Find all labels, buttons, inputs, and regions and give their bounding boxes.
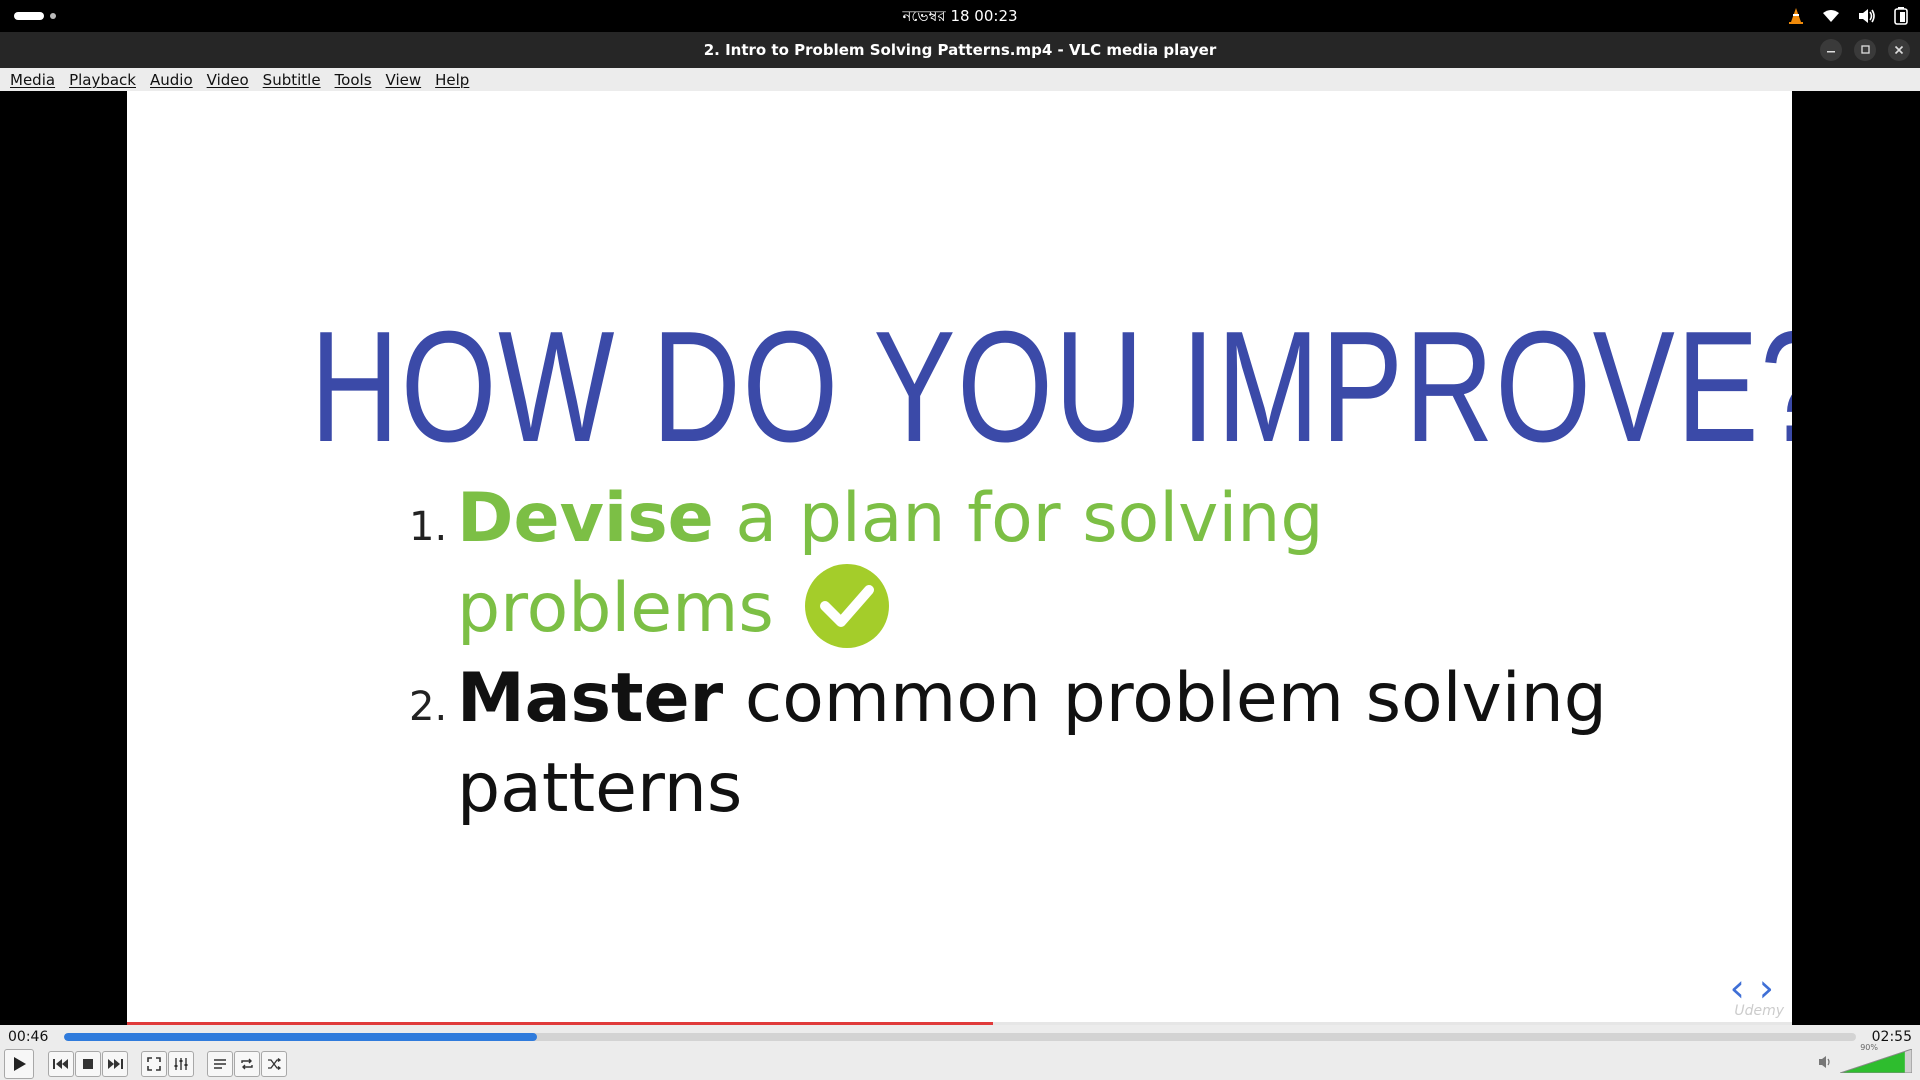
slide-frame: HOW DO YOU IMPROVE? 1. Devise a plan for… bbox=[127, 91, 1792, 1025]
item-keyword: Master bbox=[457, 659, 724, 739]
menu-media[interactable]: Media bbox=[10, 71, 55, 89]
volume-icon[interactable] bbox=[1818, 1054, 1834, 1073]
window-controls bbox=[1820, 39, 1910, 61]
video-output[interactable]: HOW DO YOU IMPROVE? 1. Devise a plan for… bbox=[0, 91, 1920, 1025]
check-mark-icon bbox=[805, 564, 890, 649]
menu-playback[interactable]: Playback bbox=[69, 71, 136, 89]
menu-audio[interactable]: Audio bbox=[150, 71, 193, 89]
system-clock[interactable]: নভেম্বর 18 00:23 bbox=[0, 0, 1920, 32]
volume-slider[interactable] bbox=[1840, 1049, 1912, 1073]
shuffle-icon bbox=[268, 1058, 281, 1070]
shuffle-button[interactable] bbox=[261, 1051, 287, 1077]
player-controls: 00:46 02:55 90% bbox=[0, 1025, 1920, 1080]
control-buttons bbox=[4, 1049, 288, 1079]
volume-control[interactable]: 90% bbox=[1818, 1043, 1912, 1073]
loop-button[interactable] bbox=[234, 1051, 260, 1077]
speaker-icon[interactable] bbox=[1858, 8, 1876, 24]
extended-settings-button[interactable] bbox=[168, 1051, 194, 1077]
skip-back-icon bbox=[53, 1059, 68, 1069]
playlist-button[interactable] bbox=[207, 1051, 233, 1077]
fullscreen-icon bbox=[147, 1057, 161, 1071]
window-title-bar[interactable]: 2. Intro to Problem Solving Patterns.mp4… bbox=[0, 32, 1920, 68]
menu-view[interactable]: View bbox=[386, 71, 422, 89]
stop-icon bbox=[83, 1059, 93, 1069]
chevron-right-icon: › bbox=[1758, 966, 1774, 1010]
volume-percent: 90% bbox=[1860, 1043, 1878, 1052]
play-icon bbox=[14, 1057, 26, 1071]
seek-fill bbox=[64, 1033, 538, 1041]
menu-subtitle[interactable]: Subtitle bbox=[263, 71, 321, 89]
system-top-bar: নভেম্বর 18 00:23 bbox=[0, 0, 1920, 32]
next-button[interactable] bbox=[102, 1051, 128, 1077]
system-tray[interactable] bbox=[1788, 0, 1908, 32]
vlc-cone-icon[interactable] bbox=[1788, 7, 1804, 25]
menu-tools[interactable]: Tools bbox=[335, 71, 372, 89]
slide-nav: ‹ › bbox=[1730, 969, 1774, 1007]
fullscreen-button[interactable] bbox=[141, 1051, 167, 1077]
loop-icon bbox=[241, 1058, 253, 1070]
item-number: 2. bbox=[409, 684, 448, 731]
menu-video[interactable]: Video bbox=[207, 71, 249, 89]
item-number: 1. bbox=[409, 504, 448, 550]
stop-button[interactable] bbox=[75, 1051, 101, 1077]
play-button[interactable] bbox=[4, 1049, 34, 1079]
udemy-watermark: Udemy bbox=[1734, 1003, 1784, 1019]
slide-list-item-1: 1. Devise a plan for solving problems bbox=[409, 474, 1609, 654]
wifi-icon[interactable] bbox=[1822, 9, 1840, 23]
slide-heading: HOW DO YOU IMPROVE? bbox=[310, 299, 1792, 475]
previous-button[interactable] bbox=[48, 1051, 74, 1077]
seek-slider[interactable] bbox=[64, 1033, 1856, 1041]
close-button[interactable] bbox=[1888, 39, 1910, 61]
equalizer-icon bbox=[174, 1058, 188, 1070]
slide-list: 1. Devise a plan for solving problems 2.… bbox=[409, 474, 1609, 834]
item-keyword: Devise bbox=[457, 479, 714, 558]
playlist-icon bbox=[214, 1059, 226, 1069]
battery-icon[interactable] bbox=[1894, 7, 1908, 25]
chevron-left-icon: ‹ bbox=[1729, 966, 1745, 1010]
maximize-button[interactable] bbox=[1854, 39, 1876, 61]
elapsed-time[interactable]: 00:46 bbox=[8, 1029, 48, 1045]
menu-help[interactable]: Help bbox=[435, 71, 469, 89]
slide-list-item-2: 2. Master common problem solving pattern… bbox=[409, 654, 1609, 834]
window-title: 2. Intro to Problem Solving Patterns.mp4… bbox=[703, 41, 1217, 59]
skip-forward-icon bbox=[108, 1059, 123, 1069]
menu-bar: Media Playback Audio Video Subtitle Tool… bbox=[0, 68, 1920, 91]
minimize-button[interactable] bbox=[1820, 39, 1842, 61]
